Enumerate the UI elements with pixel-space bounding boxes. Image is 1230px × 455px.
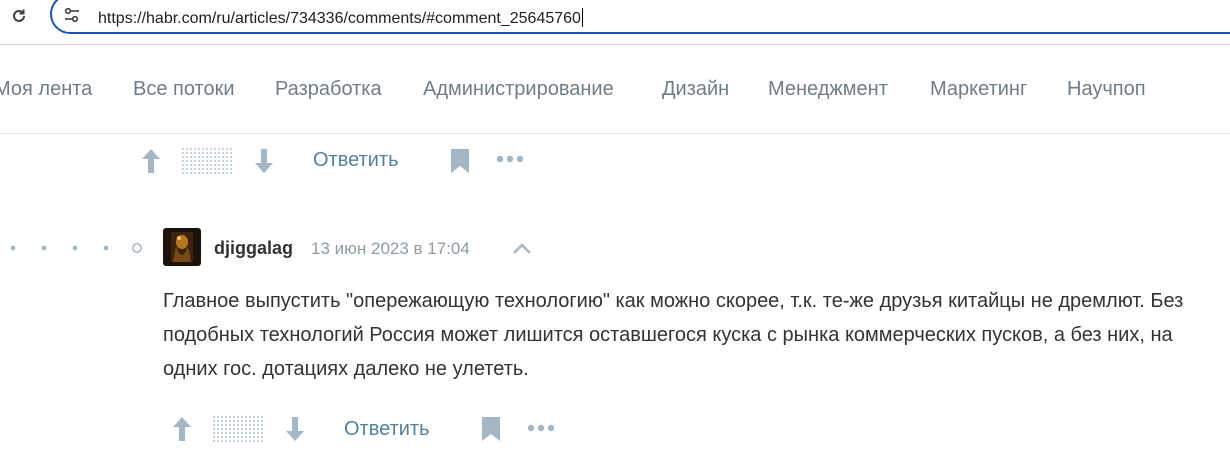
comment-date[interactable]: 13 июн 2023 в 17:04 [311,238,470,259]
reply-button[interactable]: Ответить [344,417,430,441]
upvote-icon[interactable] [141,148,161,174]
tune-icon[interactable] [62,5,82,25]
more-options-icon[interactable] [527,424,555,432]
comment-author[interactable]: djiggalag [214,237,293,259]
nav-item-design[interactable]: Дизайн [662,77,729,101]
nav-item-development[interactable]: Разработка [275,77,382,101]
reload-icon[interactable] [9,6,29,26]
text-caret [581,8,583,27]
address-bar[interactable]: https://habr.com/ru/articles/734336/comm… [50,0,1230,34]
nav-item-administration[interactable]: Администрирование [423,77,614,101]
nav-item-my-feed[interactable]: Моя лента [0,77,92,101]
flows-nav: Моя лента Все потоки Разработка Админист… [0,45,1230,134]
bookmark-icon[interactable] [481,416,501,442]
avatar[interactable] [163,228,201,266]
browser-toolbar: https://habr.com/ru/articles/734336/comm… [0,0,1230,45]
thread-depth-indicator [10,243,143,253]
rating-hidden-icon [182,148,232,174]
comment-actions: Ответить [0,410,600,450]
nav-item-marketing[interactable]: Маркетинг [930,77,1027,101]
url-input[interactable]: https://habr.com/ru/articles/734336/comm… [98,8,583,28]
nav-item-popsci[interactable]: Научпоп [1067,77,1146,101]
downvote-icon[interactable] [285,416,305,442]
bookmark-icon[interactable] [450,148,470,174]
rating-hidden-icon [213,416,263,442]
nav-item-all-flows[interactable]: Все потоки [133,77,235,101]
more-options-icon[interactable] [496,155,524,163]
prev-comment-actions: Ответить [0,140,600,180]
nav-item-management[interactable]: Менеджмент [768,77,888,101]
downvote-icon[interactable] [254,148,274,174]
comment-text: Главное выпустить "опережающую технологи… [163,290,1184,380]
reply-button[interactable]: Ответить [313,148,399,172]
upvote-icon[interactable] [172,416,192,442]
chevron-up-icon[interactable] [511,240,533,256]
